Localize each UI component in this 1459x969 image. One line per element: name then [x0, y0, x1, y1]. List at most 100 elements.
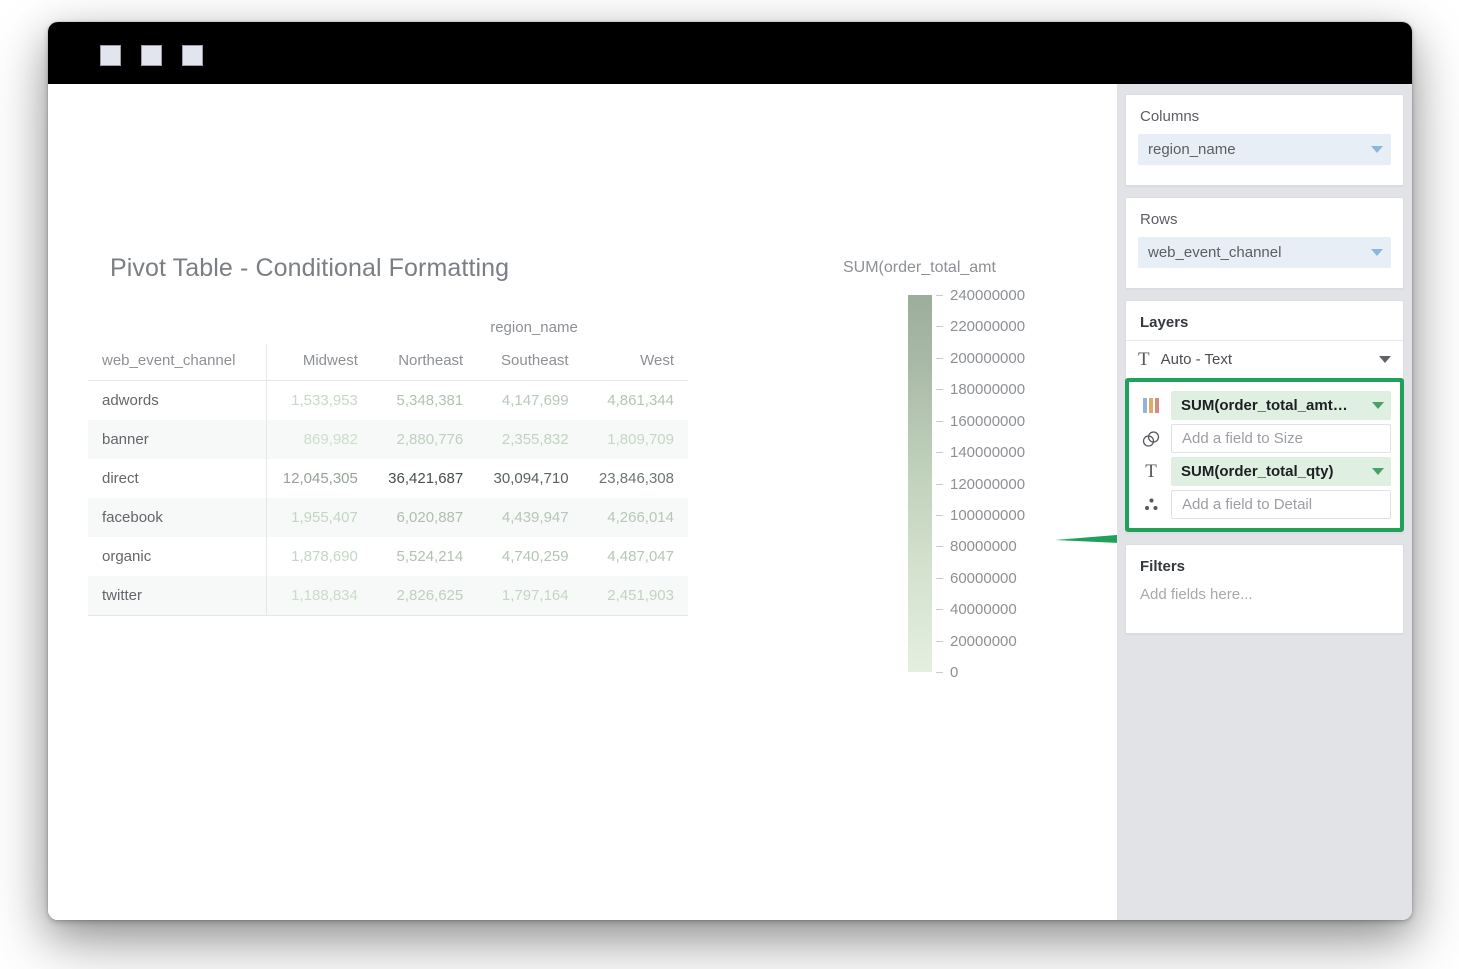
legend-tick-mark-icon — [936, 546, 943, 548]
rows-field-chip[interactable]: web_event_channel — [1138, 237, 1391, 268]
encoding-dropzone-detail[interactable]: Add a field to Detail — [1171, 490, 1391, 519]
page-title: Pivot Table - Conditional Formatting — [110, 254, 510, 282]
table-row[interactable]: twitter 1,188,834 2,826,625 1,797,164 2,451,… — [88, 576, 688, 616]
legend-tick-mark-icon — [936, 452, 943, 454]
columns-shelf: Columns region_name — [1125, 94, 1404, 186]
app-window: Pivot Table - Conditional Formatting reg… — [48, 22, 1412, 920]
legend-tick-label: 60000000 — [950, 569, 1017, 587]
encoding-field-chip-text[interactable]: SUM(order_total_qty) — [1171, 457, 1391, 486]
row-label: direct — [88, 459, 267, 498]
table-cell[interactable]: 5,524,214 — [372, 537, 477, 576]
table-cell[interactable]: 5,348,381 — [372, 381, 477, 421]
columns-shelf-body[interactable]: region_name — [1126, 134, 1403, 185]
encoding-row-size[interactable]: Add a field to Size — [1129, 422, 1400, 455]
column-group-label: region_name — [490, 319, 578, 336]
legend-tick: 40000000 — [936, 601, 1017, 618]
table-cell[interactable]: 12,045,305 — [266, 459, 372, 498]
table-cell[interactable]: 30,094,710 — [477, 459, 582, 498]
text-t-icon: T — [1145, 461, 1157, 482]
table-row[interactable]: banner 869,982 2,880,776 2,355,832 1,809,709 — [88, 420, 688, 459]
encoding-row-detail[interactable]: Add a field to Detail — [1129, 488, 1400, 521]
table-cell[interactable]: 2,880,776 — [371, 420, 478, 459]
chevron-down-icon[interactable] — [1372, 468, 1384, 475]
row-label: adwords — [88, 380, 267, 420]
table-cell[interactable]: 4,147,699 — [477, 381, 582, 421]
legend-tick-mark-icon — [936, 640, 943, 642]
legend-tick-mark-icon — [936, 483, 943, 485]
filters-shelf: Filters Add fields here... — [1125, 544, 1404, 634]
columns-field-label: region_name — [1148, 141, 1236, 158]
viz-canvas[interactable]: Pivot Table - Conditional Formatting reg… — [48, 84, 1187, 920]
layer-mark-label: Auto - Text — [1160, 351, 1233, 368]
pivot-table-body: adwords 1,533,953 5,348,381 4,147,699 4,861,… — [88, 380, 688, 616]
shelves-panel: Columns region_name Rows web_event_chann… — [1117, 84, 1412, 920]
table-cell[interactable]: 4,740,259 — [477, 537, 582, 576]
table-cell[interactable]: 4,266,014 — [582, 498, 688, 537]
table-cell[interactable]: 1,878,690 — [266, 537, 372, 576]
table-row[interactable]: adwords 1,533,953 5,348,381 4,147,699 4,861,… — [88, 380, 688, 421]
table-cell[interactable]: 6,020,887 — [371, 498, 478, 537]
chevron-down-icon[interactable] — [1371, 146, 1383, 153]
size-circles-icon — [1140, 430, 1162, 447]
table-row[interactable]: organic 1,878,690 5,524,214 4,740,259 4,487,… — [88, 537, 688, 576]
pivot-table-grid: web_event_channel Midwest Northeast Sout… — [88, 344, 688, 616]
legend-tick: 140000000 — [936, 444, 1026, 462]
table-cell[interactable]: 1,533,953 — [266, 381, 372, 421]
rows-shelf-body[interactable]: web_event_channel — [1126, 237, 1403, 288]
table-cell[interactable]: 1,955,407 — [266, 498, 372, 537]
table-cell[interactable]: 2,355,832 — [477, 420, 583, 459]
encoding-field-chip-color[interactable]: SUM(order_total_amt… — [1171, 391, 1391, 420]
legend-tick: 200000000 — [936, 349, 1026, 367]
legend-title: SUM(order_total_amt — [843, 259, 996, 276]
column-header-northeast: Northeast — [371, 344, 478, 381]
legend-tick-mark-icon — [936, 295, 943, 296]
table-cell[interactable]: 1,809,709 — [582, 420, 688, 459]
table-cell[interactable]: 1,797,164 — [477, 576, 583, 616]
encoding-row-text[interactable]: T SUM(order_total_qty) — [1129, 455, 1400, 488]
legend-tick-mark-icon — [936, 672, 943, 673]
legend-tick: 0 — [936, 664, 958, 681]
filters-placeholder[interactable]: Add fields here... — [1126, 584, 1403, 633]
chevron-down-icon[interactable] — [1371, 249, 1383, 256]
legend-tick: 120000000 — [936, 476, 1025, 493]
table-cell[interactable]: 2,451,903 — [582, 576, 688, 616]
chevron-down-icon[interactable] — [1372, 402, 1384, 409]
encoding-field-label: SUM(order_total_qty) — [1181, 463, 1334, 480]
encoding-row-color[interactable]: SUM(order_total_amt… — [1129, 389, 1400, 422]
table-cell[interactable]: 4,861,344 — [583, 381, 688, 421]
pivot-table-head: web_event_channel Midwest Northeast Sout… — [88, 344, 688, 381]
legend-tick: 60000000 — [936, 569, 1017, 587]
encoding-dropzone-size[interactable]: Add a field to Size — [1171, 424, 1391, 453]
legend-tick-label: 160000000 — [950, 412, 1026, 430]
legend-tick-label: 200000000 — [950, 349, 1026, 367]
color-bars-icon — [1140, 398, 1162, 413]
encoding-field-label: SUM(order_total_amt… — [1181, 397, 1348, 414]
titlebar-square-1-icon[interactable] — [100, 45, 121, 66]
table-cell[interactable]: 4,487,047 — [583, 537, 688, 576]
table-row[interactable]: direct 12,045,305 36,421,687 30,094,710 23,8… — [88, 459, 688, 498]
column-header-southeast: Southeast — [477, 344, 583, 381]
table-cell[interactable]: 4,439,947 — [477, 498, 583, 537]
chevron-down-icon[interactable] — [1379, 356, 1391, 363]
column-header-west: West — [582, 344, 688, 381]
layer-mark-row[interactable]: T Auto - Text — [1126, 340, 1403, 378]
window-titlebar — [48, 22, 1412, 84]
legend-tick-mark-icon — [936, 609, 943, 611]
legend-tick-mark-icon — [936, 389, 943, 391]
table-cell[interactable]: 869,982 — [266, 420, 372, 459]
titlebar-square-2-icon[interactable] — [141, 45, 162, 66]
table-cell[interactable]: 23,846,308 — [583, 459, 688, 498]
rows-shelf: Rows web_event_channel — [1125, 197, 1404, 289]
titlebar-square-3-icon[interactable] — [182, 45, 203, 66]
layers-shelf-title: Layers — [1140, 314, 1189, 331]
table-cell[interactable]: 2,826,625 — [371, 576, 478, 616]
table-cell[interactable]: 1,188,834 — [266, 576, 372, 616]
table-row[interactable]: facebook 1,955,407 6,020,887 4,439,947 4,266… — [88, 498, 688, 537]
legend-tick: 220000000 — [936, 318, 1025, 335]
columns-field-chip[interactable]: region_name — [1138, 134, 1391, 165]
legend-tick-label: 140000000 — [950, 444, 1026, 462]
legend-tick: 80000000 — [936, 538, 1017, 555]
text-t-icon: T — [1138, 349, 1150, 370]
legend-gradient-bar — [908, 295, 932, 672]
table-cell[interactable]: 36,421,687 — [372, 459, 477, 498]
